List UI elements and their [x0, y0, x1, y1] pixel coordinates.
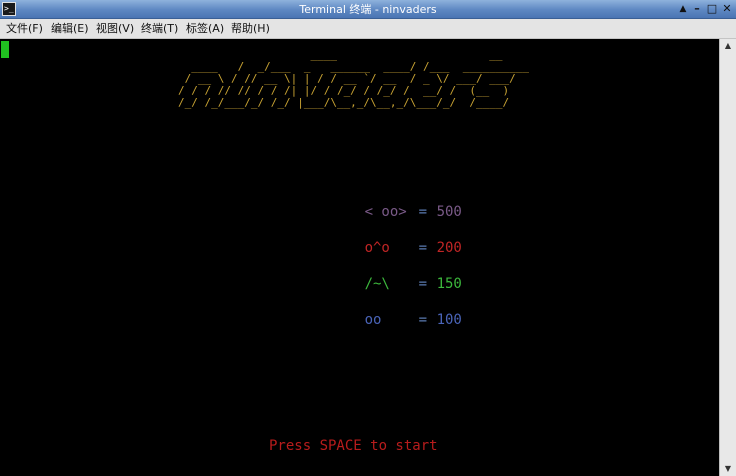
maximize-button[interactable]: □ — [705, 2, 719, 16]
terminal-window: >_ Terminal 终端 - ninvaders ▲ – □ ✕ 文件(F)… — [0, 0, 736, 476]
alien-points: 100 — [436, 312, 462, 328]
title-bar[interactable]: >_ Terminal 终端 - ninvaders ▲ – □ ✕ — [0, 0, 736, 19]
alien-points: 150 — [436, 276, 462, 292]
shade-window-button[interactable]: ▲ — [676, 2, 690, 16]
ninvaders-logo: ____ __ ____ / _/___ _ ______ ____/ /___… — [178, 48, 529, 109]
vertical-scrollbar[interactable]: ▲ ▼ — [719, 39, 736, 476]
scroll-up-arrow-icon[interactable]: ▲ — [720, 39, 736, 53]
score-row: < oo> = 500 — [314, 185, 462, 220]
equals-sign: = — [418, 204, 428, 220]
alien-glyph: oo — [364, 312, 382, 328]
minimize-button[interactable]: – — [690, 2, 704, 16]
equals-sign: = — [418, 276, 428, 292]
alien-glyph: < oo> — [364, 204, 407, 220]
menu-edit[interactable]: 编辑(E) — [51, 19, 89, 39]
menu-tabs[interactable]: 标签(A) — [186, 19, 224, 39]
alien-points: 500 — [436, 204, 462, 220]
window-title: Terminal 终端 - ninvaders — [299, 3, 437, 16]
menu-help[interactable]: 帮助(H) — [231, 19, 270, 39]
press-space-prompt: Press SPACE to start — [269, 438, 438, 454]
menu-bar: 文件(F) 编辑(E) 视图(V) 终端(T) 标签(A) 帮助(H) — [0, 19, 736, 39]
equals-sign: = — [418, 240, 428, 256]
equals-sign: = — [418, 312, 428, 328]
alien-glyph: /~\ — [364, 276, 390, 292]
scroll-down-arrow-icon[interactable]: ▼ — [720, 462, 736, 476]
score-row: /~\ = 150 — [314, 257, 462, 292]
menu-terminal[interactable]: 终端(T) — [141, 19, 178, 39]
alien-points: 200 — [436, 240, 462, 256]
score-row: o^o = 200 — [314, 221, 462, 256]
close-button[interactable]: ✕ — [720, 2, 734, 16]
menu-view[interactable]: 视图(V) — [96, 19, 134, 39]
alien-glyph: o^o — [364, 240, 390, 256]
terminal-cursor — [1, 41, 9, 58]
menu-file[interactable]: 文件(F) — [6, 19, 43, 39]
score-row: oo = 100 — [314, 293, 462, 328]
terminal-screen[interactable]: ____ __ ____ / _/___ _ ______ ____/ /___… — [0, 39, 719, 476]
